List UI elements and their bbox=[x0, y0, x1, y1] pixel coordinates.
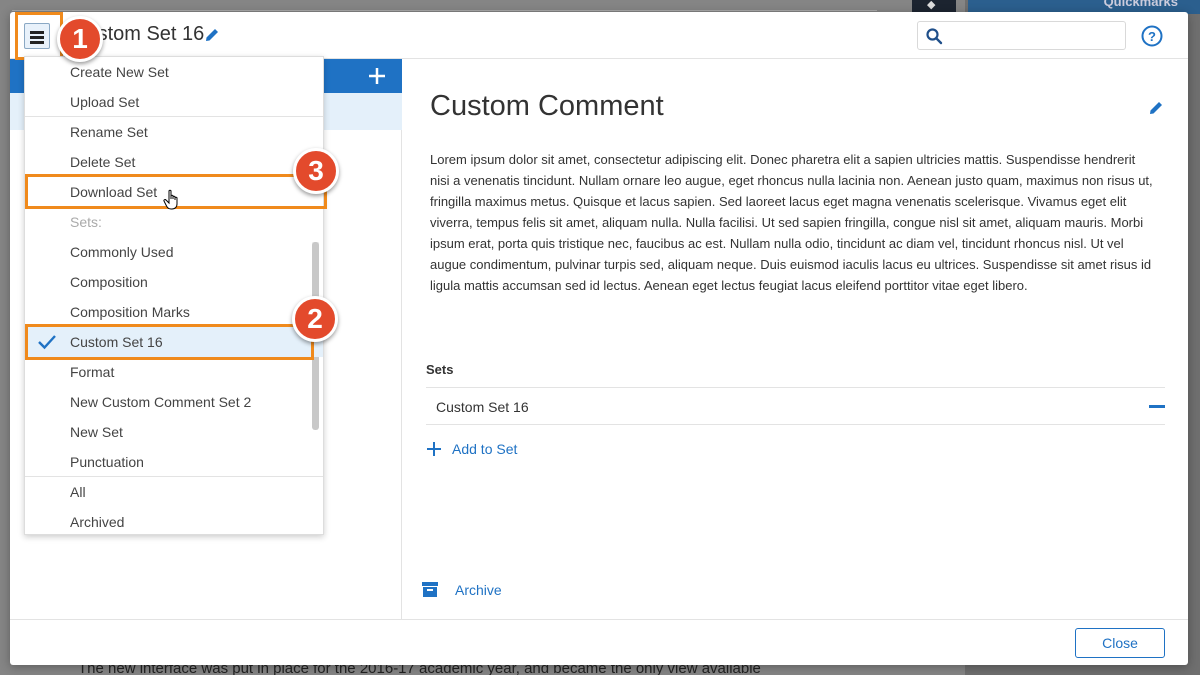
menu-item-upload-set[interactable]: Upload Set bbox=[25, 87, 323, 117]
background-divider bbox=[12, 10, 877, 11]
menu-item-rename-set[interactable]: Rename Set bbox=[25, 117, 323, 147]
callout-badge-1: 1 bbox=[57, 16, 103, 62]
comment-title: Custom Comment bbox=[430, 90, 664, 122]
menu-item-punctuation[interactable]: Punctuation bbox=[25, 447, 323, 477]
menu-item-commonly-used[interactable]: Commonly Used bbox=[25, 237, 323, 267]
menu-item-new-custom-comment-set-2[interactable]: New Custom Comment Set 2 bbox=[25, 387, 323, 417]
help-icon[interactable]: ? bbox=[1141, 25, 1163, 47]
set-membership-row: Custom Set 16 bbox=[426, 387, 1165, 425]
archive-icon bbox=[422, 582, 438, 597]
hand-cursor-icon bbox=[163, 189, 178, 210]
remove-from-set-icon[interactable] bbox=[1149, 405, 1165, 408]
callout-badge-3: 3 bbox=[293, 148, 339, 194]
svg-text:?: ? bbox=[1148, 29, 1156, 44]
menu-item-all[interactable]: All bbox=[25, 477, 323, 507]
menu-sets-header: Sets: bbox=[70, 214, 102, 230]
sets-heading: Sets bbox=[426, 362, 454, 377]
menu-item-composition[interactable]: Composition bbox=[25, 267, 323, 297]
edit-comment-icon[interactable] bbox=[1147, 99, 1165, 117]
comment-body: Lorem ipsum dolor sit amet, consectetur … bbox=[430, 152, 1153, 293]
menu-item-delete-set[interactable]: Delete Set bbox=[25, 147, 323, 177]
add-to-set-label: Add to Set bbox=[452, 441, 518, 457]
modal-header: Custom Set 16 ? bbox=[10, 12, 1188, 59]
add-comment-icon[interactable] bbox=[366, 65, 388, 87]
layers-icon: ◆ bbox=[927, 0, 936, 11]
set-membership-name: Custom Set 16 bbox=[436, 399, 529, 415]
hamburger-line bbox=[30, 36, 44, 39]
menu-button-highlight bbox=[15, 12, 63, 60]
search-icon bbox=[926, 28, 943, 45]
close-button[interactable]: Close bbox=[1075, 628, 1165, 658]
callout-badge-2: 2 bbox=[292, 296, 338, 342]
hamburger-line bbox=[30, 31, 44, 34]
hamburger-line bbox=[30, 41, 44, 44]
archive-label: Archive bbox=[455, 582, 502, 598]
edit-title-icon[interactable] bbox=[203, 26, 221, 44]
custom-set-highlight bbox=[25, 324, 314, 360]
set-actions-menu: Create New Set Upload Set Rename Set Del… bbox=[24, 56, 324, 535]
plus-icon bbox=[427, 442, 441, 456]
menu-item-format[interactable]: Format bbox=[25, 357, 323, 387]
background-quickmarks-label: Quickmarks bbox=[1103, 0, 1178, 9]
menu-item-archived[interactable]: Archived bbox=[25, 507, 323, 537]
search-field[interactable] bbox=[917, 21, 1126, 50]
menu-item-composition-marks[interactable]: Composition Marks bbox=[25, 297, 323, 327]
search-input[interactable] bbox=[950, 25, 1120, 47]
menu-item-create-new-set[interactable]: Create New Set bbox=[25, 57, 323, 87]
menu-item-new-set[interactable]: New Set bbox=[25, 417, 323, 447]
hamburger-menu-button[interactable] bbox=[24, 23, 50, 49]
modal-footer: Close bbox=[10, 619, 1188, 665]
